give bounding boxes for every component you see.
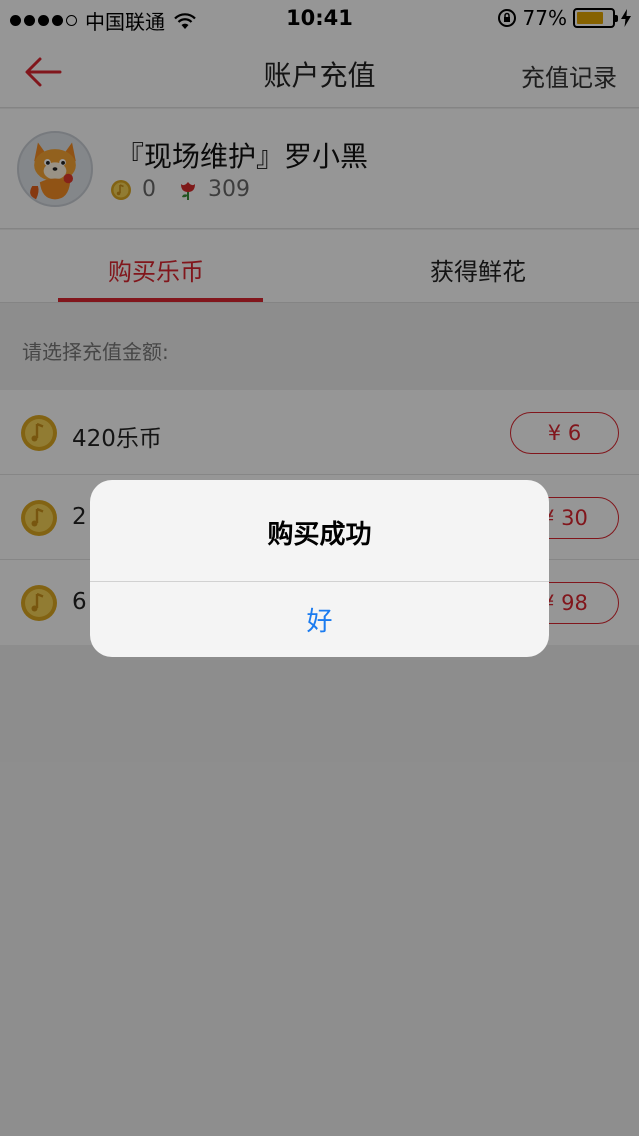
ok-button[interactable]: 好 bbox=[90, 582, 549, 657]
app-screen: 中国联通 10:41 77% 账户充值 充值记录 『现场维护』罗小黑 0 309… bbox=[0, 0, 639, 1136]
alert-title: 购买成功 bbox=[267, 520, 372, 550]
purchase-success-alert: 购买成功 好 bbox=[90, 480, 549, 657]
